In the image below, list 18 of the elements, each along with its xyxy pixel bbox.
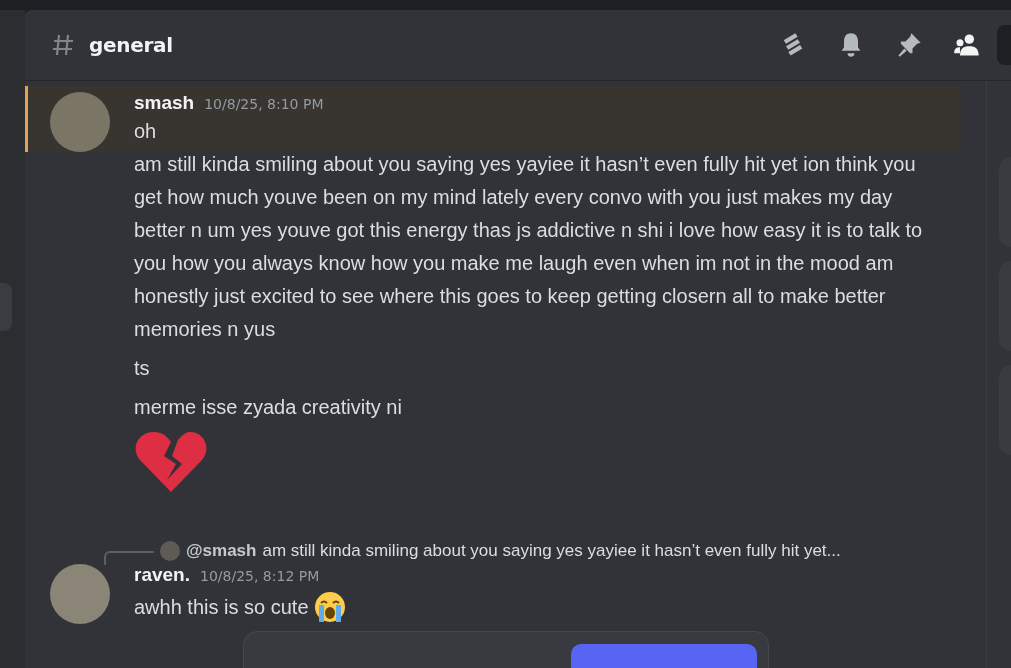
username[interactable]: raven. [134,564,190,586]
message-text: ts [134,356,151,381]
reply-connector [104,551,154,565]
message-text: awhh this is so cute [134,595,309,619]
pin-icon[interactable] [895,31,923,59]
message-text: oh [134,119,158,144]
hash-icon [51,33,75,57]
timestamp: 10/8/25, 8:10 PM [204,96,324,112]
crying-face-icon [312,590,347,624]
avatar[interactable] [50,564,110,624]
avatar [160,541,180,561]
username[interactable]: smash [134,92,195,114]
reply-preview[interactable]: am still kinda smiling about you saying yes yayiee it hasn’t even fully hit yet... [262,541,841,561]
message-text: merme isse zyada creativity ni [134,395,403,420]
reply-author[interactable]: @smash [186,541,257,561]
broken-heart-icon [134,430,208,494]
timestamp: 10/8/25, 8:12 PM [200,568,320,584]
channel-name: general [89,33,174,57]
